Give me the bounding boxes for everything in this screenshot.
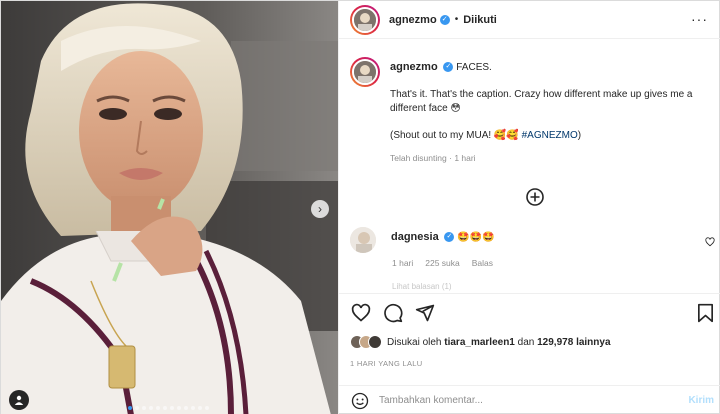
caption-line: different face 😳 — [390, 103, 461, 114]
carousel-dot — [205, 406, 209, 410]
caption-line: (Shout out to my MUA! 🥰🥰 — [390, 130, 522, 141]
comment-likes[interactable]: 225 suka — [425, 258, 460, 268]
share-icon[interactable] — [415, 303, 435, 323]
post-media[interactable]: › — [1, 1, 338, 414]
hashtag-link[interactable]: #AGNEZMO — [522, 130, 578, 141]
carousel-dot — [128, 406, 132, 410]
post-header: agnezmo ✓ • Diikuti ··· — [339, 1, 720, 39]
carousel-dot — [142, 406, 146, 410]
likes-suffix[interactable]: lainnya — [576, 337, 610, 348]
carousel-next-button[interactable]: › — [311, 200, 329, 218]
separator-dot: • — [454, 14, 459, 25]
liker-avatars — [350, 335, 382, 349]
emoji-icon[interactable] — [351, 392, 369, 410]
bookmark-icon[interactable] — [697, 303, 714, 323]
post-comment-button[interactable]: Kirim — [688, 395, 714, 406]
carousel-dot — [191, 406, 195, 410]
carousel-dot — [198, 406, 202, 410]
comment-input[interactable] — [379, 395, 669, 406]
likes-and: dan — [517, 336, 535, 348]
comment-text: 🤩🤩🤩 — [457, 232, 495, 243]
separator-dot: · — [449, 153, 452, 163]
edited-label: Telah disunting — [390, 153, 447, 163]
author-avatar[interactable] — [350, 4, 380, 35]
carousel-indicator — [128, 406, 209, 410]
add-comment-bar: Kirim — [339, 385, 720, 414]
commenter-avatar[interactable] — [350, 227, 376, 253]
carousel-dot — [135, 406, 139, 410]
carousel-dot — [163, 406, 167, 410]
carousel-dot — [170, 406, 174, 410]
comment-icon[interactable] — [383, 303, 403, 323]
caption-line: That's it. That's the caption. Crazy how… — [390, 89, 693, 100]
heart-icon[interactable] — [705, 237, 715, 247]
post-side-panel: agnezmo ✓ • Diikuti ··· agnezmo ✓ FACES. — [338, 1, 720, 414]
caption-meta: Telah disunting · 1 hari — [390, 153, 710, 163]
user-tags-button[interactable] — [9, 390, 29, 410]
verified-badge-icon: ✓ — [444, 232, 455, 243]
likes-summary: Disukai oleh tiara_marleen1 dan 129,978 … — [350, 335, 611, 349]
heart-icon[interactable] — [351, 303, 371, 323]
action-bar — [339, 293, 720, 329]
carousel-dot — [149, 406, 153, 410]
author-username[interactable]: agnezmo — [389, 14, 437, 26]
caption-author-avatar[interactable] — [350, 57, 380, 87]
post-caption: agnezmo ✓ FACES. That's it. That's the c… — [350, 57, 710, 163]
likes-prefix: Disukai oleh — [387, 336, 442, 348]
carousel-dot — [156, 406, 160, 410]
caption-author-username[interactable]: agnezmo — [390, 61, 438, 73]
comment-time[interactable]: 1 hari — [392, 258, 413, 268]
likes-count[interactable]: 129,978 — [537, 337, 573, 348]
liker-username[interactable]: tiara_marleen1 — [444, 337, 515, 348]
caption-time[interactable]: 1 hari — [454, 153, 475, 163]
more-options-icon[interactable]: ··· — [691, 11, 708, 27]
caption-line: ) — [577, 130, 582, 141]
chevron-right-icon: › — [318, 202, 322, 216]
carousel-dot — [184, 406, 188, 410]
instagram-post-window: › agnezmo ✓ • Diikuti ··· agnezmo ✓ FACE… — [0, 0, 720, 414]
caption-title: FACES. — [456, 62, 492, 73]
comment-item: dagnesia ✓ 🤩🤩🤩 1 hari 225 suka Balas Lih… — [350, 227, 715, 291]
post-date[interactable]: 1 HARI YANG LALU — [350, 359, 422, 368]
carousel-dot — [177, 406, 181, 410]
verified-badge-icon: ✓ — [439, 14, 450, 25]
post-photo — [1, 1, 338, 414]
user-tag-icon — [14, 395, 24, 405]
commenter-username[interactable]: dagnesia — [391, 231, 439, 243]
follow-status-button[interactable]: Diikuti — [463, 14, 497, 26]
reply-button[interactable]: Balas — [472, 258, 493, 268]
plus-circle-icon[interactable] — [525, 187, 545, 207]
view-replies-link[interactable]: Lihat balasan (1) — [392, 282, 452, 291]
verified-badge-icon: ✓ — [443, 62, 454, 73]
